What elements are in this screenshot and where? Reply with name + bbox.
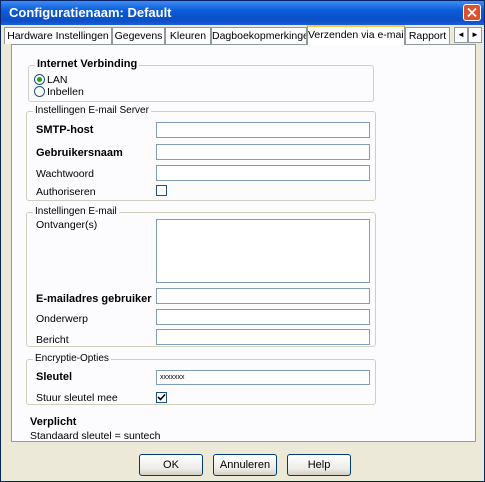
key-label: Sleutel bbox=[36, 371, 73, 383]
authorize-checkbox[interactable] bbox=[156, 185, 167, 196]
encryption-group-title: Encryptie-Opties bbox=[33, 353, 111, 364]
required-note-title: Verplicht bbox=[30, 416, 77, 428]
chevron-left-icon: ◄ bbox=[457, 30, 465, 39]
internet-group-title: Internet Verbinding bbox=[35, 58, 140, 70]
title-bar[interactable]: Configuratienaam: Default bbox=[1, 1, 484, 25]
tab-scroll-left-button[interactable]: ◄ bbox=[454, 27, 468, 43]
ok-button[interactable]: OK bbox=[139, 454, 203, 476]
tab-dagboekopmerkingen[interactable]: Dagboekopmerkingen bbox=[211, 27, 307, 44]
smtp-label: SMTP-host bbox=[36, 124, 94, 136]
key-input[interactable]: xxxxxxx bbox=[156, 370, 370, 385]
send-key-label: Stuur sleutel mee bbox=[36, 392, 118, 404]
recipients-textarea[interactable] bbox=[156, 219, 370, 283]
checkmark-icon bbox=[157, 393, 166, 401]
server-group-title: Instellingen E-mail Server bbox=[33, 105, 151, 116]
close-button[interactable] bbox=[463, 4, 481, 21]
subject-label: Onderwerp bbox=[36, 313, 88, 325]
username-input[interactable] bbox=[156, 144, 370, 160]
smtp-host-input[interactable] bbox=[156, 122, 370, 138]
tab-gegevens[interactable]: Gegevens bbox=[112, 27, 165, 44]
chevron-right-icon: ► bbox=[471, 30, 479, 39]
password-label: Wachtwoord bbox=[36, 168, 94, 180]
username-label: Gebruikersnaam bbox=[36, 147, 123, 159]
message-input[interactable] bbox=[156, 329, 370, 345]
window-title: Configuratienaam: Default bbox=[9, 5, 172, 20]
tab-scroll-right-button[interactable]: ► bbox=[468, 27, 482, 43]
required-note-text: Standaard sleutel = suntech bbox=[30, 430, 161, 442]
recipients-label: Ontvanger(s) bbox=[36, 219, 98, 231]
email-group-title: Instellingen E-mail bbox=[33, 206, 119, 217]
sender-email-label: E-mailadres gebruiker bbox=[36, 293, 152, 305]
tab-panel: Internet Verbinding LAN Inbellen Instell… bbox=[11, 44, 476, 442]
tab-scroll-arrows: ◄ ► bbox=[454, 27, 482, 43]
radio-inbellen-label: Inbellen bbox=[47, 86, 84, 98]
tab-verzenden-email[interactable]: Verzenden via e-mail bbox=[307, 25, 405, 45]
authorize-label: Authoriseren bbox=[36, 186, 96, 198]
configuration-dialog: Configuratienaam: Default Hardware Inste… bbox=[0, 0, 485, 482]
subject-input[interactable] bbox=[156, 309, 370, 325]
cancel-button[interactable]: Annuleren bbox=[213, 454, 277, 476]
radio-lan-circle[interactable] bbox=[34, 74, 45, 85]
sender-email-input[interactable] bbox=[156, 288, 370, 304]
tab-strip: Hardware Instellingen Gegevens Kleuren D… bbox=[4, 25, 482, 45]
message-label: Bericht bbox=[36, 334, 69, 346]
tab-kleuren[interactable]: Kleuren bbox=[165, 27, 211, 44]
radio-inbellen-circle[interactable] bbox=[34, 86, 45, 97]
radio-lan-label: LAN bbox=[47, 74, 68, 86]
radio-selected-dot bbox=[37, 77, 42, 82]
close-icon bbox=[467, 8, 477, 17]
password-input[interactable] bbox=[156, 165, 370, 181]
help-button[interactable]: Help bbox=[287, 454, 351, 476]
send-key-checkbox[interactable] bbox=[156, 392, 167, 403]
tab-hardware[interactable]: Hardware Instellingen bbox=[4, 27, 112, 44]
internet-group: Internet Verbinding LAN Inbellen bbox=[28, 58, 374, 102]
tab-rapport[interactable]: Rapport bbox=[405, 27, 450, 44]
